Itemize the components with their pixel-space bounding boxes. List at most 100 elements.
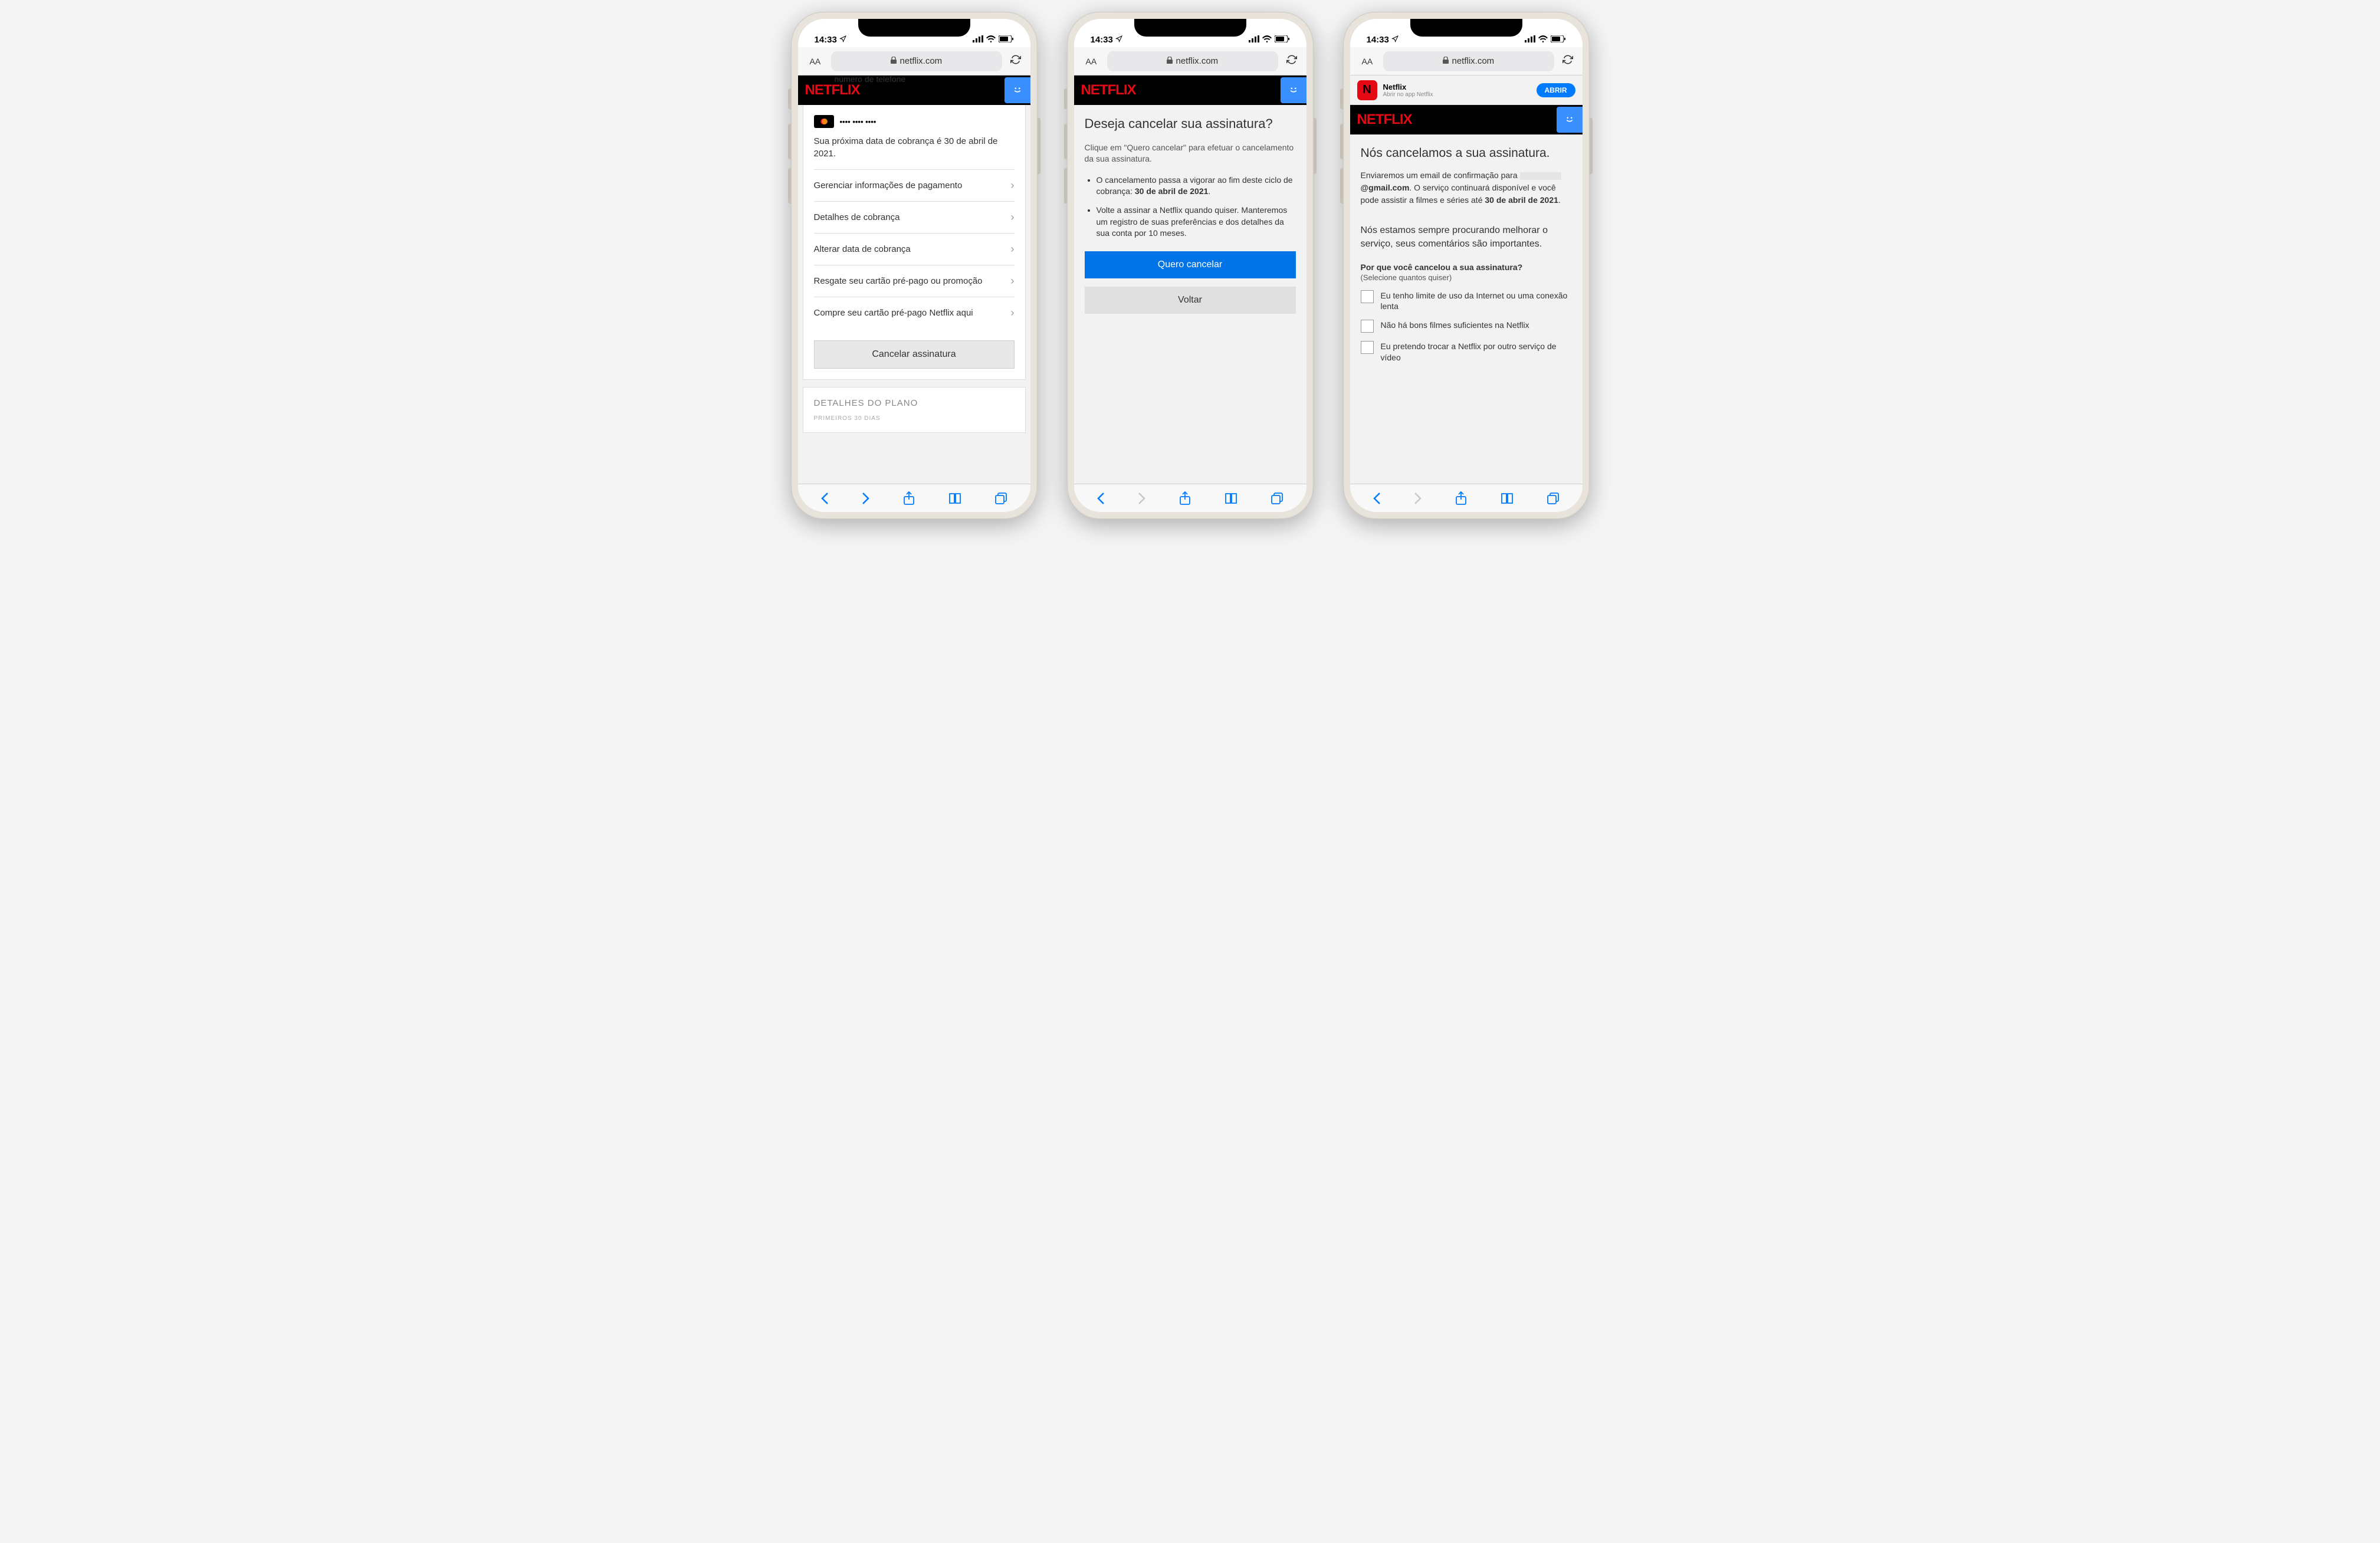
back-button[interactable]: Voltar (1085, 287, 1296, 314)
url-domain: netflix.com (1452, 56, 1494, 66)
checkbox[interactable] (1361, 341, 1374, 354)
list-item-label: Gerenciar informações de pagamento (814, 180, 963, 191)
change-billing-date-link[interactable]: Alterar data de cobrança › (814, 233, 1015, 265)
plan-details-subtitle: PRIMEIROS 30 DIAS (814, 415, 1015, 422)
location-icon (839, 35, 846, 45)
safari-toolbar (1350, 484, 1583, 512)
cancel-subscription-button[interactable]: Cancelar assinatura (814, 340, 1015, 369)
plan-details-section: DETALHES DO PLANO PRIMEIROS 30 DIAS (803, 387, 1026, 433)
chevron-right-icon: › (1011, 307, 1015, 319)
checkbox-label: Eu tenho limite de uso da Internet ou um… (1381, 290, 1572, 311)
location-icon (1115, 35, 1122, 45)
chat-icon[interactable] (1281, 77, 1306, 103)
list-item-label: Alterar data de cobrança (814, 244, 911, 254)
survey-question: Por que você cancelou a sua assinatura? (1361, 262, 1572, 272)
battery-icon (1551, 35, 1566, 45)
survey-intro: Nós estamos sempre procurando melhorar o… (1361, 224, 1572, 251)
reload-button[interactable] (1283, 52, 1301, 70)
chevron-right-icon: › (1011, 211, 1015, 224)
signal-icon (1525, 35, 1535, 45)
safari-url-bar: AA netflix.com (1074, 47, 1306, 75)
text-size-button[interactable]: AA (804, 53, 827, 70)
back-button[interactable] (820, 492, 829, 505)
phone-mockup-2: 14:33 AA netflix.com NETFLIX (1067, 12, 1314, 519)
share-button[interactable] (1455, 491, 1467, 505)
list-item-label: Compre seu cartão pré-pago Netflix aqui (814, 308, 973, 318)
url-field[interactable]: netflix.com (1107, 51, 1278, 71)
tabs-button[interactable] (1271, 492, 1283, 505)
buy-card-link[interactable]: Compre seu cartão pré-pago Netflix aqui … (814, 297, 1015, 329)
safari-toolbar (798, 484, 1030, 512)
bookmarks-button[interactable] (1501, 493, 1514, 504)
back-button[interactable] (1097, 492, 1105, 505)
chat-icon[interactable] (1004, 77, 1030, 103)
plan-details-title: DETALHES DO PLANO (814, 398, 1015, 408)
text-size-button[interactable]: AA (1356, 53, 1379, 70)
chevron-right-icon: › (1011, 179, 1015, 192)
share-button[interactable] (903, 491, 915, 505)
survey-option-1[interactable]: Eu tenho limite de uso da Internet ou um… (1361, 290, 1572, 311)
netflix-logo[interactable]: NETFLIX (1357, 111, 1412, 128)
cancel-bullet-2: Volte a assinar a Netflix quando quiser.… (1097, 205, 1296, 239)
checkbox[interactable] (1361, 320, 1374, 333)
lock-icon (1167, 56, 1173, 66)
chat-icon[interactable] (1557, 107, 1583, 133)
cancel-bullet-1: O cancelamento passa a vigorar ao fim de… (1097, 175, 1296, 198)
phone-mockup-1: 14:33 AA netflix.com número de telefone (791, 12, 1038, 519)
partial-text: número de telefone (828, 75, 913, 88)
url-domain: netflix.com (1176, 56, 1218, 66)
checkbox-label: Eu pretendo trocar a Netflix por outro s… (1381, 341, 1572, 362)
survey-hint: (Selecione quantos quiser) (1361, 273, 1572, 282)
forward-button (1414, 492, 1422, 505)
survey-option-2[interactable]: Não há bons filmes suficientes na Netfli… (1361, 320, 1572, 333)
netflix-logo[interactable]: NETFLIX (1081, 82, 1136, 99)
reload-button[interactable] (1007, 52, 1025, 70)
wifi-icon (986, 35, 996, 45)
checkbox[interactable] (1361, 290, 1374, 303)
list-item-label: Resgate seu cartão pré-pago ou promoção (814, 276, 983, 286)
safari-url-bar: AA netflix.com (1350, 47, 1583, 75)
redacted-email (1520, 172, 1561, 180)
tabs-button[interactable] (1547, 492, 1560, 505)
netflix-app-icon: N (1357, 80, 1377, 100)
lock-icon (1443, 56, 1449, 66)
next-billing-text: Sua próxima data de cobrança é 30 de abr… (814, 135, 1015, 169)
url-field[interactable]: netflix.com (831, 51, 1002, 71)
status-time: 14:33 (1091, 35, 1113, 45)
status-time: 14:33 (1367, 35, 1389, 45)
battery-icon (1275, 35, 1290, 45)
app-subtitle: Abrir no app Netflix (1383, 91, 1531, 98)
netflix-header: NETFLIX (1350, 105, 1583, 134)
phone-mockup-3: 14:33 AA netflix.com N Netflix Abri (1343, 12, 1590, 519)
redeem-card-link[interactable]: Resgate seu cartão pré-pago ou promoção … (814, 265, 1015, 297)
wifi-icon (1262, 35, 1272, 45)
url-field[interactable]: netflix.com (1383, 51, 1554, 71)
app-open-banner: N Netflix Abrir no app Netflix ABRIR (1350, 75, 1583, 105)
bookmarks-button[interactable] (1225, 493, 1237, 504)
forward-button[interactable] (862, 492, 870, 505)
netflix-header: NETFLIX (1074, 75, 1306, 105)
safari-url-bar: AA netflix.com (798, 47, 1030, 75)
billing-details-link[interactable]: Detalhes de cobrança › (814, 201, 1015, 233)
tabs-button[interactable] (994, 492, 1007, 505)
back-button[interactable] (1373, 492, 1381, 505)
survey-option-3[interactable]: Eu pretendo trocar a Netflix por outro s… (1361, 341, 1572, 362)
battery-icon (999, 35, 1014, 45)
manage-payment-link[interactable]: Gerenciar informações de pagamento › (814, 169, 1015, 201)
card-number-masked: •••• •••• •••• (840, 117, 877, 126)
lock-icon (891, 56, 897, 66)
url-domain: netflix.com (900, 56, 942, 66)
mastercard-icon (814, 115, 834, 128)
location-icon (1391, 35, 1399, 45)
safari-toolbar (1074, 484, 1306, 512)
reload-button[interactable] (1559, 52, 1577, 70)
netflix-header: número de telefone NETFLIX (798, 75, 1030, 105)
signal-icon (973, 35, 983, 45)
forward-button (1138, 492, 1146, 505)
bookmarks-button[interactable] (948, 493, 961, 504)
text-size-button[interactable]: AA (1080, 53, 1103, 70)
cancel-page-title: Deseja cancelar sua assinatura? (1085, 116, 1296, 133)
confirm-cancel-button[interactable]: Quero cancelar (1085, 251, 1296, 278)
open-app-button[interactable]: ABRIR (1537, 83, 1575, 97)
share-button[interactable] (1179, 491, 1191, 505)
